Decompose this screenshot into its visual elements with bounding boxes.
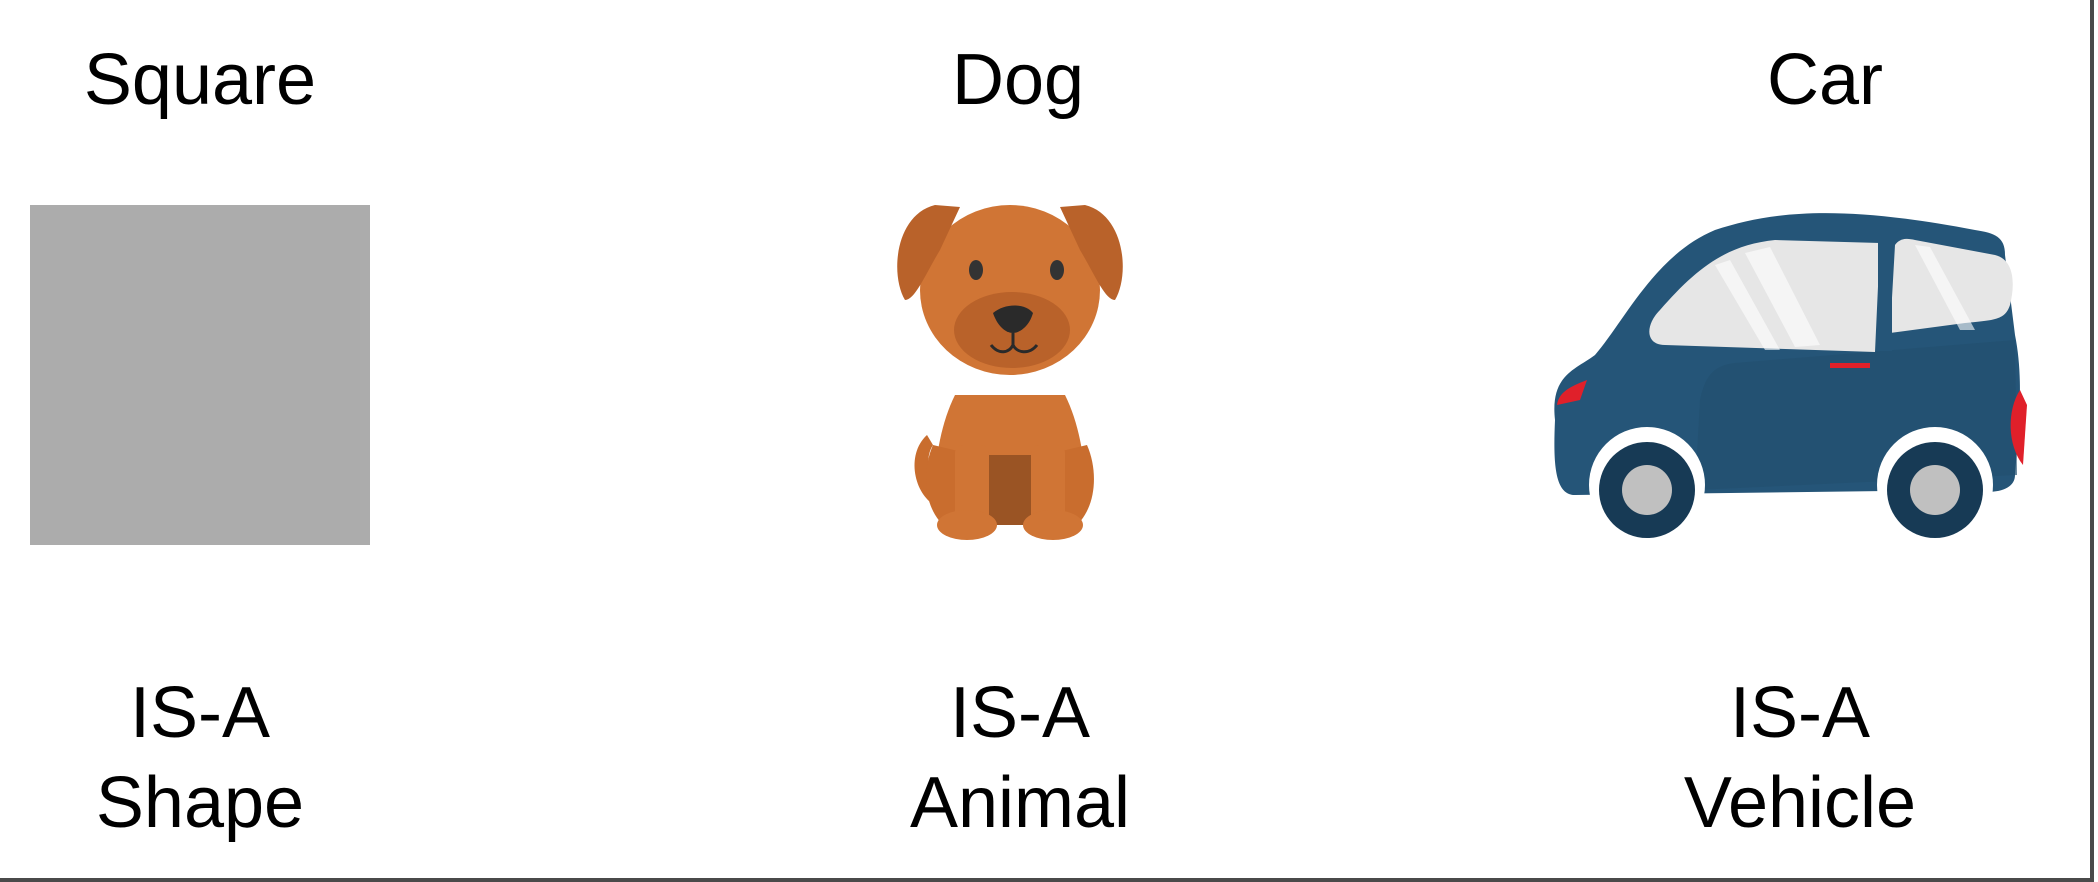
square-relation: IS-A [129,673,271,753]
car-caption: IS-A Vehicle [1590,668,2010,848]
car-title: Car [1766,40,1883,120]
car-category: Vehicle [1683,763,1917,843]
dog-relation: IS-A [949,673,1091,753]
car-relation: IS-A [1729,673,1871,753]
dog-icon [897,205,1123,540]
dog-title: Dog [951,40,1085,120]
dog-category: Animal [909,763,1131,843]
square-title: Square [83,40,317,120]
car-icon [1554,213,2027,543]
dog-caption: IS-A Animal [810,668,1230,848]
square-shape [30,205,370,545]
square-category: Shape [95,763,305,843]
square-caption: IS-A Shape [0,668,410,848]
diagram-canvas: Square IS-A Shape Dog IS-A Animal Car IS… [0,0,2094,882]
